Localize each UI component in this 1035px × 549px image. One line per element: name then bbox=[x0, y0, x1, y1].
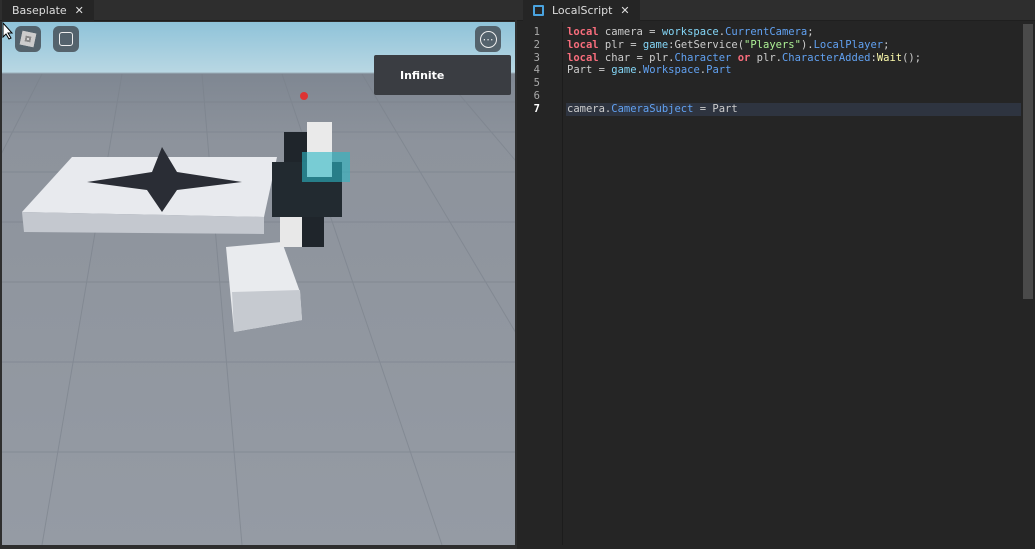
line-number-gutter: 1234567 bbox=[517, 22, 563, 545]
chat-icon bbox=[59, 32, 73, 46]
code-line[interactable]: local plr = game:GetService("Players").L… bbox=[566, 39, 1021, 52]
code-token: Workspace bbox=[642, 64, 700, 77]
code-token: ). bbox=[800, 38, 814, 51]
code-token: CharacterAdded bbox=[781, 51, 871, 64]
code-token: Wait bbox=[876, 51, 903, 64]
avatar-character bbox=[272, 92, 350, 247]
code-token: (); bbox=[902, 51, 922, 64]
more-icon: ⋯ bbox=[479, 30, 497, 48]
code-editor[interactable]: 1234567 local camera = workspace.Current… bbox=[517, 22, 1035, 545]
code-token: LocalPlayer bbox=[813, 38, 884, 51]
tab-localscript[interactable]: LocalScript ✕ bbox=[523, 0, 640, 21]
code-line[interactable] bbox=[566, 90, 1021, 103]
code-token: local bbox=[567, 26, 599, 38]
code-token: workspace bbox=[661, 26, 719, 38]
code-token: ; bbox=[807, 26, 814, 38]
code-token: game bbox=[642, 38, 669, 51]
code-token: local bbox=[567, 51, 599, 64]
code-token: CurrentCamera bbox=[725, 26, 808, 38]
close-icon[interactable]: ✕ bbox=[75, 4, 84, 17]
code-area[interactable]: local camera = workspace.CurrentCamera; l… bbox=[566, 26, 1021, 116]
code-line[interactable]: local camera = workspace.CurrentCamera; bbox=[566, 26, 1021, 39]
code-token: game bbox=[611, 64, 637, 77]
code-line[interactable] bbox=[566, 77, 1021, 90]
code-token: Character bbox=[674, 51, 732, 64]
code-token: ; bbox=[883, 38, 890, 51]
popup-text: Infinite bbox=[400, 68, 445, 82]
editor-tabbar: LocalScript ✕ bbox=[517, 0, 1035, 21]
more-button[interactable]: ⋯ bbox=[475, 26, 501, 52]
game-viewport-pane: Baseplate ✕ ⋯ Infinite bbox=[0, 0, 515, 549]
tab-label: LocalScript bbox=[552, 4, 613, 17]
code-token: = Part bbox=[693, 102, 738, 115]
code-token: :GetService( bbox=[668, 38, 745, 51]
code-line[interactable]: local char = plr.Character or plr.Charac… bbox=[566, 52, 1021, 65]
code-token: plr. bbox=[750, 51, 782, 64]
line-number: 2 bbox=[533, 38, 540, 51]
vertical-scrollbar[interactable] bbox=[1023, 24, 1033, 299]
code-token: char = plr. bbox=[598, 51, 675, 64]
code-token: Part bbox=[706, 64, 732, 77]
code-token: plr = bbox=[598, 38, 643, 51]
code-token: camera = bbox=[598, 26, 662, 38]
line-number: 5 bbox=[533, 77, 540, 90]
line-number: 1 bbox=[533, 26, 540, 38]
roblox-menu-button[interactable] bbox=[15, 26, 41, 52]
chat-button[interactable] bbox=[53, 26, 79, 52]
code-token: local bbox=[567, 38, 599, 51]
code-token: "Players" bbox=[744, 38, 801, 51]
line-number: 7 bbox=[533, 102, 540, 115]
scene bbox=[2, 73, 515, 545]
code-line[interactable]: Part = game.Workspace.Part bbox=[566, 64, 1021, 77]
infinite-popup: Infinite bbox=[374, 55, 511, 95]
code-token: CameraSubject bbox=[611, 102, 694, 115]
mouse-cursor-icon bbox=[2, 22, 14, 40]
code-line[interactable]: camera.CameraSubject = Part bbox=[566, 102, 1021, 116]
script-editor-pane: LocalScript ✕ 1234567 local camera = wor… bbox=[517, 0, 1035, 549]
3d-viewport[interactable]: ⋯ Infinite bbox=[2, 22, 515, 545]
tab-baseplate[interactable]: Baseplate ✕ bbox=[2, 0, 94, 21]
viewport-tabbar: Baseplate ✕ bbox=[0, 0, 515, 21]
line-number: 6 bbox=[533, 89, 540, 102]
line-number: 3 bbox=[533, 51, 540, 64]
tab-label: Baseplate bbox=[12, 4, 67, 17]
close-icon[interactable]: ✕ bbox=[620, 4, 629, 17]
roblox-logo-icon bbox=[19, 30, 37, 48]
line-number: 4 bbox=[533, 64, 540, 77]
code-token: camera. bbox=[567, 102, 612, 115]
localscript-icon bbox=[533, 5, 544, 16]
code-token: Part = bbox=[567, 64, 612, 77]
code-token: or bbox=[737, 51, 751, 64]
